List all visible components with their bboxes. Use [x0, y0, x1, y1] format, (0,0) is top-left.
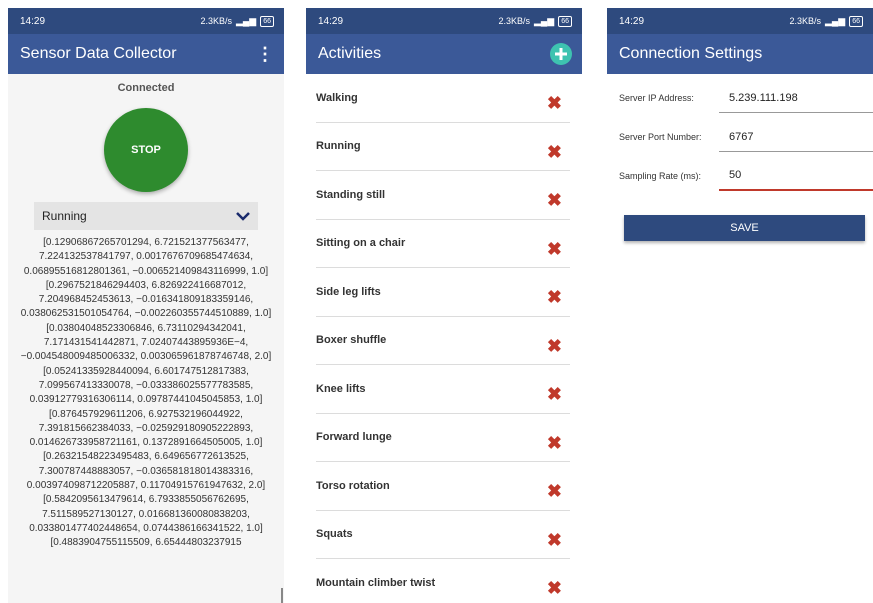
network-speed: 2.3KB/s [200, 16, 232, 26]
activity-list-item[interactable]: Standing still ✖ [316, 171, 570, 220]
sampling-rate-field[interactable]: 50 [719, 169, 873, 191]
activity-label: Squats [316, 528, 353, 541]
delete-icon[interactable]: ✖ [547, 433, 562, 454]
sampling-rate-row: Sampling Rate (ms): 50 [619, 152, 873, 191]
sensor-reading: [0.26321548223495483, 6.649656772613525,… [26, 451, 266, 492]
server-port-row: Server Port Number: 6767 [619, 113, 873, 152]
sensor-reading: [0.4883904755115509, 6.65444803237915 [50, 537, 242, 549]
activity-label: Forward lunge [316, 431, 392, 444]
activity-label: Mountain climber twist [316, 576, 436, 589]
network-speed: 2.3KB/s [498, 16, 530, 26]
server-ip-field[interactable]: 5.239.111.198 [719, 92, 873, 113]
activity-list-item[interactable]: Torso rotation ✖ [316, 462, 570, 511]
page-title: Sensor Data Collector [20, 45, 177, 62]
sensor-reading: [0.03804048523306846, 6.73110294342041, … [20, 322, 272, 363]
status-time: 14:29 [619, 15, 645, 27]
delete-icon[interactable]: ✖ [547, 239, 562, 260]
delete-icon[interactable]: ✖ [547, 384, 562, 405]
activity-list-item[interactable]: Running ✖ [316, 123, 570, 171]
activity-label: Torso rotation [316, 479, 390, 492]
delete-icon[interactable]: ✖ [547, 287, 562, 308]
activity-list-item[interactable]: Mountain climber twist ✖ [316, 559, 570, 603]
status-indicators: 2.3KB/s ▂▄▆ 66 [498, 15, 572, 27]
status-indicators: 2.3KB/s ▂▄▆ 66 [789, 15, 863, 27]
signal-icon: ▂▄▆ [824, 15, 846, 26]
stop-button[interactable]: STOP [104, 108, 188, 192]
sensor-reading: [0.5842095613479614, 6.7933855056762695,… [29, 494, 263, 534]
battery-icon: 66 [849, 15, 863, 27]
app-bar: Sensor Data Collector ⋮ [8, 34, 284, 74]
status-bar: 14:29 2.3KB/s ▂▄▆ 66 [306, 8, 582, 34]
sensor-readings-list: [0.12906867265701294, 6.721521377563477,… [8, 236, 284, 551]
page-title: Connection Settings [619, 45, 763, 62]
delete-icon[interactable]: ✖ [547, 530, 562, 551]
activity-label: Standing still [316, 188, 386, 201]
activity-dropdown-value: Running [42, 209, 87, 223]
settings-screen: 14:29 2.3KB/s ▂▄▆ 66 Connection Settings… [607, 8, 873, 603]
activity-label: Side leg lifts [316, 285, 381, 298]
delete-icon[interactable]: ✖ [547, 93, 562, 114]
activity-label: Knee lifts [316, 382, 366, 395]
collector-screen: 14:29 2.3KB/s ▂▄▆ 66 Sensor Data Collect… [8, 8, 284, 603]
app-bar: Activities [306, 34, 582, 74]
activity-list-item[interactable]: Squats ✖ [316, 511, 570, 559]
activity-list-item[interactable]: Boxer shuffle ✖ [316, 317, 570, 365]
server-port-label: Server Port Number: [619, 132, 702, 142]
activity-label: Running [316, 140, 361, 153]
signal-icon: ▂▄▆ [533, 15, 555, 26]
server-port-field[interactable]: 6767 [719, 131, 873, 152]
network-speed: 2.3KB/s [789, 16, 821, 26]
status-bar: 14:29 2.3KB/s ▂▄▆ 66 [607, 8, 873, 34]
delete-icon[interactable]: ✖ [547, 578, 562, 599]
activity-label: Boxer shuffle [316, 334, 387, 347]
activity-list: Walking ✖ Running ✖ Standing still ✖ Sitting o… [306, 74, 582, 603]
sensor-reading: [0.05241335928440094, 6.601747512817383,… [29, 365, 263, 406]
status-indicators: 2.3KB/s ▂▄▆ 66 [200, 15, 274, 27]
activities-screen: 14:29 2.3KB/s ▂▄▆ 66 Activities Walking ✖… [306, 8, 582, 603]
delete-icon[interactable]: ✖ [547, 142, 562, 163]
activity-label: Sitting on a chair [316, 237, 406, 250]
battery-icon: 66 [558, 15, 572, 27]
activity-list-item[interactable]: Forward lunge ✖ [316, 414, 570, 462]
sampling-rate-label: Sampling Rate (ms): [619, 171, 702, 181]
page-title: Activities [318, 45, 382, 62]
server-ip-row: Server IP Address: 5.239.111.198 [619, 74, 873, 113]
add-activity-icon[interactable] [550, 43, 572, 65]
scrollbar[interactable] [281, 588, 283, 603]
sensor-reading: [0.2967521846294403, 6.826922416687012, … [20, 279, 272, 320]
status-time: 14:29 [318, 15, 344, 27]
sensor-reading: [0.12906867265701294, 6.721521377563477,… [23, 237, 269, 277]
delete-icon[interactable]: ✖ [547, 190, 562, 211]
save-button[interactable]: SAVE [624, 215, 865, 241]
activity-list-item[interactable]: Side leg lifts ✖ [316, 268, 570, 317]
activity-dropdown[interactable]: Running [34, 202, 258, 230]
more-options-icon[interactable]: ⋮ [256, 44, 274, 65]
signal-icon: ▂▄▆ [235, 15, 257, 26]
status-time: 14:29 [20, 15, 46, 27]
delete-icon[interactable]: ✖ [547, 481, 562, 502]
sensor-reading: [0.876457929611206, 6.927532196044922, 7… [29, 408, 263, 449]
app-bar: Connection Settings [607, 34, 873, 74]
activity-list-item[interactable]: Walking ✖ [316, 74, 570, 123]
activity-list-item[interactable]: Knee lifts ✖ [316, 365, 570, 414]
delete-icon[interactable]: ✖ [547, 336, 562, 357]
chevron-down-icon [236, 212, 250, 221]
connection-status: Connected [117, 82, 175, 94]
activity-label: Walking [316, 91, 358, 104]
status-bar: 14:29 2.3KB/s ▂▄▆ 66 [8, 8, 284, 34]
activity-list-item[interactable]: Sitting on a chair ✖ [316, 220, 570, 268]
battery-icon: 66 [260, 15, 274, 27]
server-ip-label: Server IP Address: [619, 93, 694, 103]
